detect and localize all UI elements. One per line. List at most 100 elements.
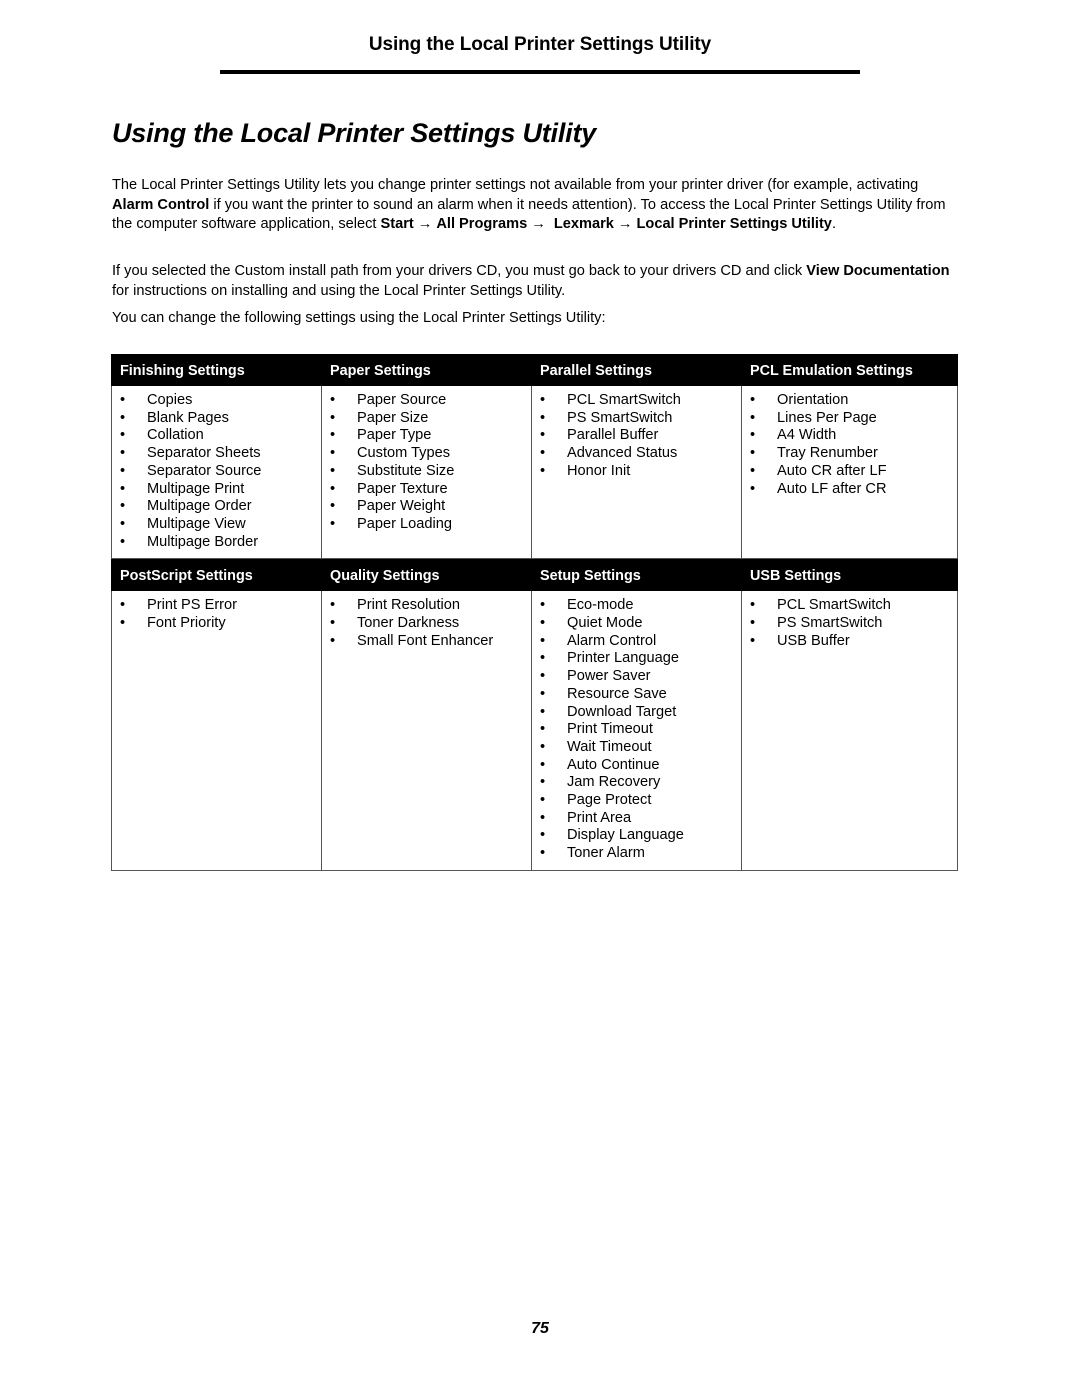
list-item: • Multipage Order <box>112 498 321 516</box>
list-item: • Eco-mode <box>532 597 741 615</box>
list-item: • Multipage Print <box>112 481 321 499</box>
settings-cell: • Print Resolution • Toner Darkness • Small F… <box>321 591 532 871</box>
setting-name: Parallel Buffer <box>567 427 659 444</box>
settings-cell: • Eco-mode • Quiet Mode • Alarm Control • Print… <box>531 591 742 871</box>
bullet-icon: • <box>330 462 336 479</box>
table-intro-paragraph: You can change the following settings us… <box>112 310 606 326</box>
setting-name: Multipage Print <box>147 480 245 497</box>
bullet-icon: • <box>540 756 546 773</box>
setting-name: Lines Per Page <box>777 409 877 426</box>
list-item: • Auto Continue <box>532 757 741 775</box>
setting-name: Font Priority <box>147 615 226 632</box>
bullet-icon: • <box>540 597 546 614</box>
list-item: • Wait Timeout <box>532 739 741 757</box>
list-item: • Print PS Error <box>112 597 321 615</box>
setting-name: Print Timeout <box>567 721 653 738</box>
bullet-icon: • <box>120 615 126 632</box>
bullet-icon: • <box>540 392 546 408</box>
setting-name: Wait Timeout <box>567 738 652 755</box>
bullet-icon: • <box>330 480 336 497</box>
column-header: PCL Emulation Settings <box>741 354 958 386</box>
bullet-icon: • <box>540 845 546 862</box>
arrow-right-icon: → <box>417 216 433 233</box>
bullet-icon: • <box>540 632 546 649</box>
setting-name: Paper Type <box>357 427 432 444</box>
setting-name: Advanced Status <box>567 445 678 462</box>
menu-path-local-printer-settings-utility: Local Printer Settings Utility <box>636 216 832 233</box>
list-item: • Multipage View <box>112 516 321 534</box>
list-item: • Copies <box>112 392 321 410</box>
page-number: 75 <box>531 1320 549 1337</box>
bullet-icon: • <box>330 409 336 426</box>
bullet-icon: • <box>330 632 336 649</box>
list-item: • Download Target <box>532 704 741 722</box>
setting-name: Paper Loading <box>357 515 452 532</box>
bullet-icon: • <box>540 774 546 791</box>
bullet-icon: • <box>750 480 756 497</box>
list-item: • Alarm Control <box>532 633 741 651</box>
arrow-right-icon: → <box>617 216 633 233</box>
list-item: • Print Area <box>532 810 741 828</box>
setting-name: Copies <box>147 392 193 408</box>
setting-name: Custom Types <box>357 445 451 462</box>
bullet-icon: • <box>540 668 546 685</box>
setting-name: PCL SmartSwitch <box>567 392 681 408</box>
list-item: • Display Language <box>532 827 741 845</box>
setting-name: Alarm Control <box>567 632 657 649</box>
column-header: Finishing Settings <box>111 354 322 386</box>
list-item: • Custom Types <box>322 445 531 463</box>
bullet-icon: • <box>750 427 756 444</box>
bullet-icon: • <box>330 392 336 408</box>
setting-name: Print PS Error <box>147 597 238 614</box>
list-item: • USB Buffer <box>742 633 957 651</box>
setting-name: Multipage Border <box>147 533 259 550</box>
column-header: Setup Settings <box>531 558 742 592</box>
list-item: • PCL SmartSwitch <box>532 392 741 410</box>
bullet-icon: • <box>750 409 756 426</box>
intro-paragraph: The Local Printer Settings Utility lets … <box>112 176 957 235</box>
list-item: • Parallel Buffer <box>532 427 741 445</box>
list-item: • Toner Darkness <box>322 615 531 633</box>
table-row: • Copies • Blank Pages • Collation • Separator … <box>111 386 958 560</box>
menu-path-all-programs: All Programs <box>436 216 528 233</box>
list-item: • Power Saver <box>532 668 741 686</box>
list-item: • PS SmartSwitch <box>742 615 957 633</box>
bullet-icon: • <box>330 427 336 444</box>
setting-name: Separator Sheets <box>147 445 261 462</box>
list-item: • Paper Size <box>322 410 531 428</box>
menu-path-lexmark: Lexmark <box>553 216 614 233</box>
setting-name: Download Target <box>567 703 677 720</box>
bullet-icon: • <box>120 392 126 408</box>
setting-name: Paper Source <box>357 392 447 408</box>
list-item: • A4 Width <box>742 427 957 445</box>
list-item: • Advanced Status <box>532 445 741 463</box>
bullet-icon: • <box>330 615 336 632</box>
bold-term-alarm-control: Alarm Control <box>112 196 210 213</box>
settings-cell: • PCL SmartSwitch • PS SmartSwitch • USB Buff… <box>741 591 958 871</box>
list-item: • Orientation <box>742 392 957 410</box>
bullet-icon: • <box>120 427 126 444</box>
setting-name: Paper Weight <box>357 498 446 515</box>
bullet-icon: • <box>120 409 126 426</box>
bullet-icon: • <box>750 597 756 614</box>
settings-list: • PCL SmartSwitch • PS SmartSwitch • Parallel… <box>532 392 741 481</box>
setting-name: PCL SmartSwitch <box>777 597 891 614</box>
setting-name: Toner Darkness <box>357 615 460 632</box>
setting-name: Blank Pages <box>147 409 229 426</box>
list-item: • Print Resolution <box>322 597 531 615</box>
page-title: Using the Local Printer Settings Utility <box>112 118 597 148</box>
table-header-row: Finishing Settings Paper Settings Parallel… <box>111 354 958 386</box>
bullet-icon: • <box>750 615 756 632</box>
list-item: • Jam Recovery <box>532 774 741 792</box>
bullet-icon: • <box>750 445 756 462</box>
list-item: • Quiet Mode <box>532 615 741 633</box>
list-item: • Multipage Border <box>112 534 321 552</box>
list-item: • Substitute Size <box>322 463 531 481</box>
setting-name: Quiet Mode <box>567 615 643 632</box>
settings-list: • Orientation • Lines Per Page • A4 Width • Tra… <box>742 392 957 498</box>
setting-name: Resource Save <box>567 685 667 702</box>
list-item: • Print Timeout <box>532 721 741 739</box>
setting-name: Paper Texture <box>357 480 448 497</box>
bullet-icon: • <box>540 409 546 426</box>
settings-list: • Print PS Error • Font Priority <box>112 597 321 632</box>
